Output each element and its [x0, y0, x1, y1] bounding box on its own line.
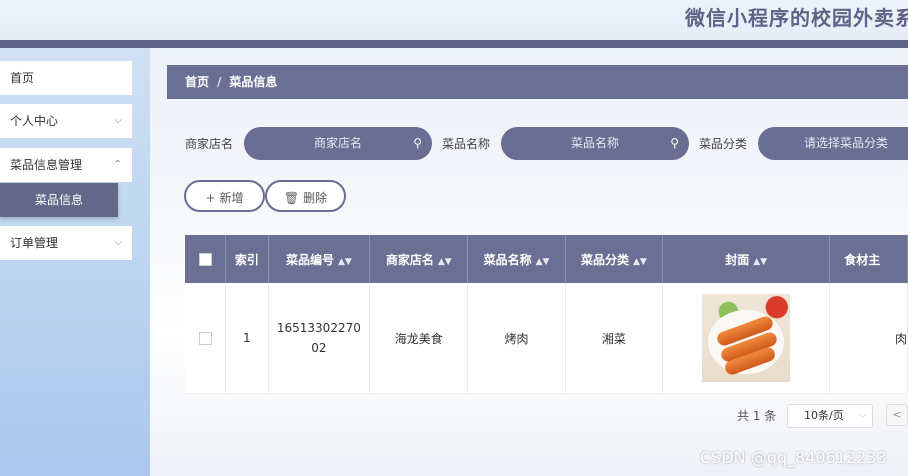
column-header-ingredient: 食材主 [829, 235, 908, 283]
sidebar-item-label: 首页 [10, 71, 35, 85]
breadcrumb: 首页 / 菜品信息 [167, 65, 908, 99]
chevron-down-icon: ⌵ [114, 115, 122, 126]
select-all-cell[interactable] [185, 235, 227, 283]
delete-button-label: 删除 [303, 191, 328, 205]
row-checkbox[interactable] [198, 332, 212, 345]
sidebar-subitem-label: 菜品信息 [34, 193, 83, 207]
page-size-value: 10条/页 [804, 409, 844, 422]
sort-icon[interactable]: ▲▼ [753, 257, 767, 267]
chevron-down-icon: ⌵ [859, 411, 866, 421]
dish-name-label: 菜品名称 [442, 137, 491, 151]
table-header-row: 索引 菜品编号 ▲▼ 商家店名 ▲▼ 菜品名称 ▲▼ 菜品分类 ▲▼ 封面 ▲▼ 食材主 [185, 235, 908, 283]
dish-category-select[interactable]: 请选择菜品分类 [758, 127, 908, 160]
cell-shop: 海龙美食 [369, 283, 469, 394]
dish-name-input[interactable]: 菜品名称 ⚲ [501, 127, 689, 160]
dish-name-placeholder: 菜品名称 [570, 136, 619, 150]
column-header-index: 索引 [225, 235, 269, 283]
dish-category-label: 菜品分类 [699, 137, 748, 151]
sidebar-item-label: 订单管理 [10, 236, 59, 250]
sidebar: 首页 个人中心 ⌵ 菜品信息管理 ⌃ 菜品信息 订单管理 ⌵ [0, 48, 150, 476]
column-header-code[interactable]: 菜品编号 ▲▼ [268, 235, 371, 283]
prev-page-button[interactable]: < [886, 404, 908, 426]
cell-code: 16513302270 02 [268, 283, 371, 394]
add-button[interactable]: + 新增 [184, 180, 265, 212]
delete-button[interactable]: 🗑︎ 删除 [265, 180, 346, 212]
sort-icon[interactable]: ▲▼ [633, 257, 647, 267]
dish-category-placeholder: 请选择菜品分类 [804, 136, 889, 150]
search-icon: ⚲ [413, 136, 422, 150]
column-header-dish[interactable]: 菜品名称 ▲▼ [467, 235, 566, 283]
breadcrumb-current: 菜品信息 [229, 75, 278, 89]
sidebar-item-order-management[interactable]: 订单管理 ⌵ [0, 226, 132, 260]
table-row[interactable]: 1 16513302270 02 海龙美食 烤肉 湘菜 肉 [185, 283, 908, 394]
chevron-up-icon: ⌃ [113, 159, 122, 170]
cell-category: 湘菜 [565, 283, 664, 394]
row-select-cell[interactable] [185, 283, 227, 394]
column-header-category[interactable]: 菜品分类 ▲▼ [565, 235, 664, 283]
sidebar-item-dish-management[interactable]: 菜品信息管理 ⌃ [0, 148, 132, 182]
shop-name-placeholder: 商家店名 [313, 136, 362, 150]
chevron-down-icon: ⌵ [114, 237, 122, 248]
shop-name-label: 商家店名 [185, 137, 234, 151]
sidebar-item-label: 个人中心 [10, 114, 59, 128]
sidebar-item-home[interactable]: 首页 [0, 61, 132, 95]
add-button-label: 新增 [219, 191, 244, 205]
breadcrumb-home[interactable]: 首页 [185, 75, 209, 89]
sort-icon[interactable]: ▲▼ [438, 257, 452, 267]
header-strip [0, 40, 908, 48]
cell-dish: 烤肉 [467, 283, 566, 394]
top-header: 微信小程序的校园外卖系 [0, 0, 908, 40]
select-all-checkbox[interactable] [198, 253, 212, 266]
column-header-shop[interactable]: 商家店名 ▲▼ [369, 235, 469, 283]
plus-icon: + [205, 191, 216, 205]
column-header-cover[interactable]: 封面 ▲▼ [662, 235, 831, 283]
sidebar-subitem-dish-info[interactable]: 菜品信息 [0, 183, 118, 217]
sidebar-item-label: 菜品信息管理 [10, 158, 83, 172]
shop-name-input[interactable]: 商家店名 ⚲ [244, 127, 432, 160]
breadcrumb-separator: / [217, 75, 222, 89]
sidebar-item-personal-center[interactable]: 个人中心 ⌵ [0, 104, 132, 138]
sort-icon[interactable]: ▲▼ [536, 257, 550, 267]
sort-icon[interactable]: ▲▼ [338, 257, 352, 267]
chevron-left-icon: < [892, 408, 902, 421]
dish-table: 索引 菜品编号 ▲▼ 商家店名 ▲▼ 菜品名称 ▲▼ 菜品分类 ▲▼ 封面 ▲▼ 食材主 … [185, 235, 908, 394]
watermark: CSDN @qq_840612233 [700, 448, 887, 467]
search-icon: ⚲ [670, 136, 679, 150]
pagination-total: 共 1 条 [737, 409, 777, 423]
page-size-select[interactable]: 10条/页 ⌵ [787, 404, 873, 428]
dish-cover-image[interactable] [702, 294, 791, 382]
cell-index: 1 [225, 283, 269, 394]
cell-ingredient: 肉 [829, 283, 908, 394]
cell-cover [662, 283, 831, 394]
app-title: 微信小程序的校园外卖系 [685, 6, 908, 30]
trash-icon: 🗑︎ [283, 191, 300, 205]
